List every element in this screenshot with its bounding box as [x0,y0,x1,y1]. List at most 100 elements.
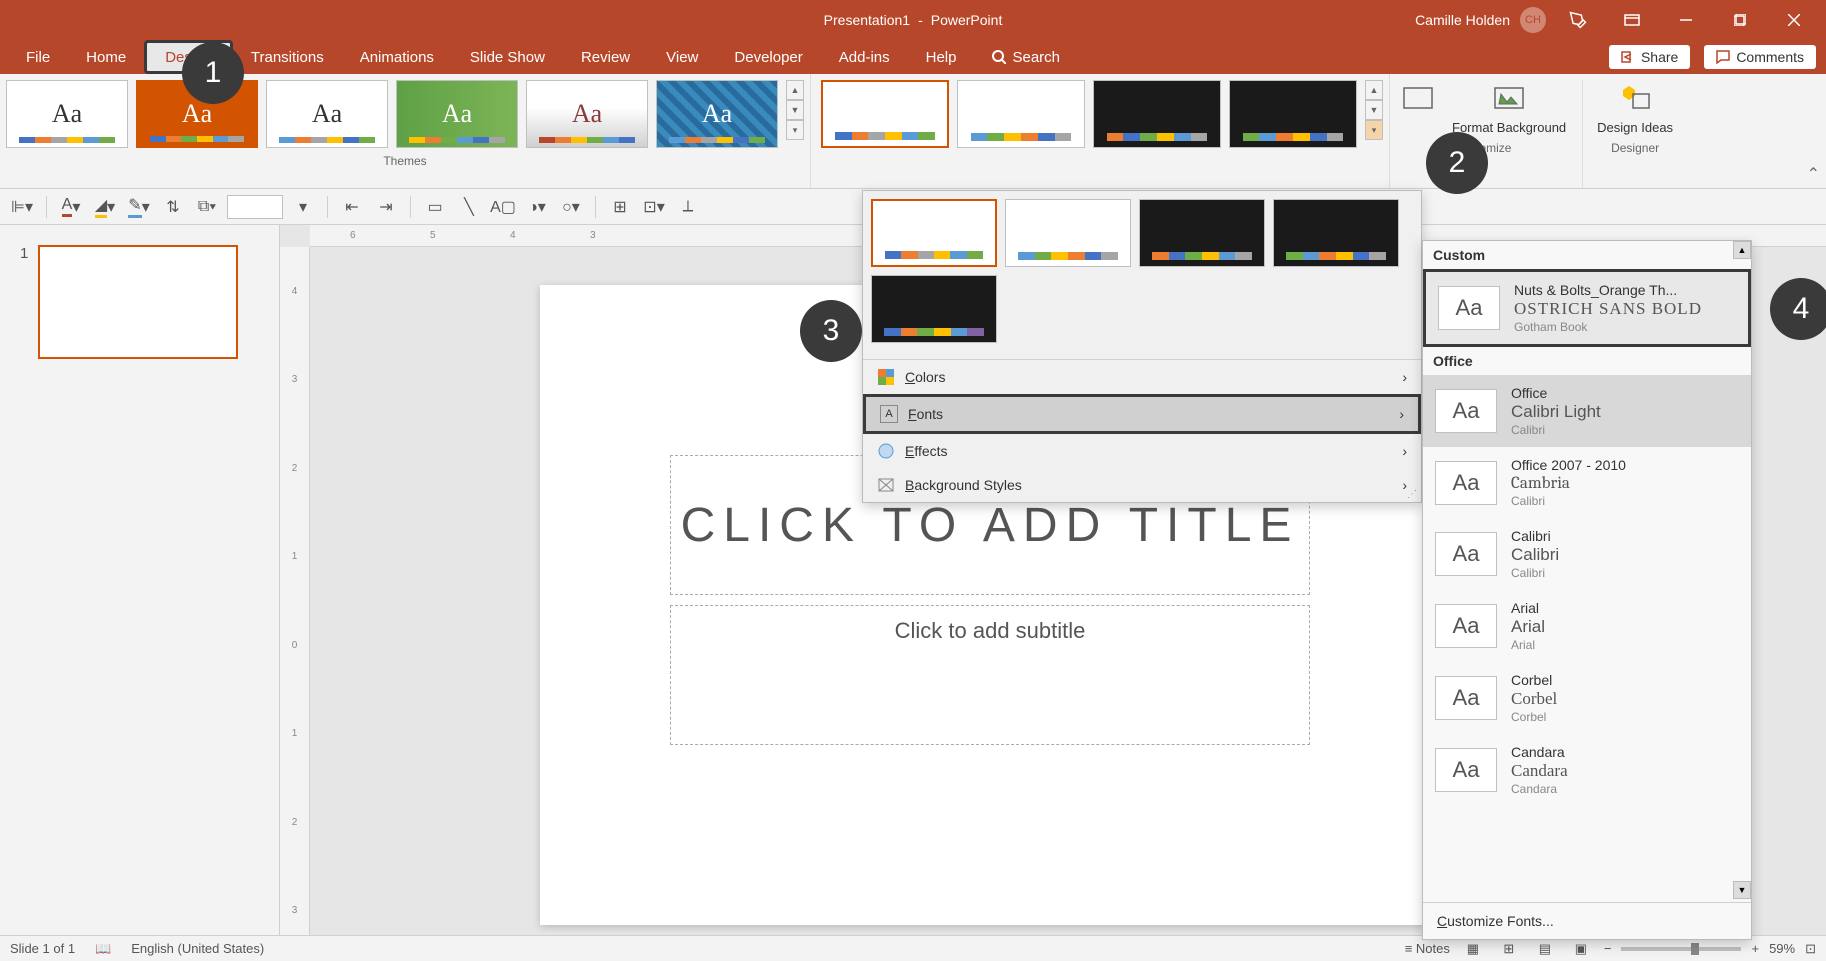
minimize-button[interactable] [1664,0,1708,40]
variant-2[interactable] [957,80,1085,148]
tab-view[interactable]: View [648,40,716,74]
font-title: Office 2007 - 2010 [1511,457,1626,473]
maximize-button[interactable] [1718,0,1762,40]
variants-up-icon[interactable]: ▲ [1365,80,1383,100]
shapes-button[interactable]: ◑▾ [523,193,551,221]
tab-help[interactable]: Help [908,40,975,74]
size-dropdown[interactable]: ▾ [289,193,317,221]
slide-thumbnail-1[interactable] [38,245,238,359]
variant-3[interactable] [1093,80,1221,148]
scroll-up-button[interactable]: ▲ [1733,241,1751,259]
fonts-icon: A [880,405,898,423]
line-shape[interactable]: ╲ [455,193,483,221]
menu-fonts[interactable]: AFonts › [863,394,1421,434]
themes-expand-icon[interactable]: ▾ [786,120,804,140]
zoom-in-button[interactable]: + [1751,941,1759,956]
fit-window-button[interactable]: ⊡ [1805,941,1816,957]
align-button[interactable]: ⊫▾ [8,193,36,221]
font-item-candara[interactable]: Aa Candara Candara Candara [1423,734,1751,806]
tab-animations[interactable]: Animations [342,40,452,74]
variant-1[interactable] [821,80,949,148]
variant-thumb-1[interactable] [871,199,997,267]
theme-green[interactable]: Aa [396,80,518,148]
insert-button[interactable]: ⊡▾ [640,193,668,221]
font-item-corbel[interactable]: Aa Corbel Corbel Corbel [1423,662,1751,734]
theme-gallery-3[interactable]: Aa [266,80,388,148]
zoom-level[interactable]: 59% [1769,941,1795,956]
spellcheck-icon[interactable]: 📖 [95,941,111,957]
normal-view-button[interactable]: ▦ [1460,939,1486,959]
font-item-calibri[interactable]: Aa Calibri Calibri Calibri [1423,518,1751,590]
font-item-custom[interactable]: Aa Nuts & Bolts_Orange Th... OSTRICH SAN… [1423,269,1751,347]
tab-file[interactable]: File [8,40,68,74]
variant-thumb-4[interactable] [1273,199,1399,267]
arrange-button[interactable]: ⧉▾ [193,193,221,221]
subtitle-placeholder[interactable]: Click to add subtitle [670,605,1310,745]
customize-fonts-button[interactable]: Customize Fonts... [1423,902,1751,939]
notes-button[interactable]: ≡ Notes [1405,941,1450,956]
fill-color-button[interactable]: ◢▾ [91,193,119,221]
tab-review[interactable]: Review [563,40,648,74]
menu-effects[interactable]: Effects › [863,434,1421,468]
ribbon-display-icon[interactable] [1610,0,1654,40]
collapse-ribbon-icon[interactable]: ⌃ [1807,164,1820,184]
dedent-button[interactable]: ⇤ [338,193,366,221]
variant-4[interactable] [1229,80,1357,148]
textbox-shape[interactable]: A▢ [489,193,517,221]
font-item-office2007[interactable]: Aa Office 2007 - 2010 Cambria Calibri [1423,447,1751,518]
sort-button[interactable]: ⇅ [159,193,187,221]
crop-button[interactable]: ⟂ [674,193,702,221]
oval-shape[interactable]: ○▾ [557,193,585,221]
scroll-down-button[interactable]: ▼ [1733,881,1751,899]
font-preview-icon: Aa [1435,461,1497,505]
font-body: Arial [1511,638,1545,652]
language-status[interactable]: English (United States) [131,941,264,956]
zoom-slider[interactable] [1621,947,1741,951]
variants-more[interactable]: ▲▼▾ [1365,80,1383,148]
variant-thumb-3[interactable] [1139,199,1265,267]
themes-up-icon[interactable]: ▲ [786,80,804,100]
size-input[interactable] [227,195,283,219]
pen-icon[interactable] [1556,0,1600,40]
themes-more[interactable]: ▲▼▾ [786,80,804,148]
tab-slideshow[interactable]: Slide Show [452,40,563,74]
rectangle-shape[interactable]: ▭ [421,193,449,221]
theme-pattern[interactable]: Aa [656,80,778,148]
slide-size-button[interactable] [1400,80,1436,135]
tab-developer[interactable]: Developer [716,40,820,74]
tab-addins[interactable]: Add-ins [821,40,908,74]
tab-home[interactable]: Home [68,40,144,74]
menu-bg-styles[interactable]: Background Styles › [863,468,1421,502]
outline-button[interactable]: ✎▾ [125,193,153,221]
font-item-office[interactable]: Aa Office Calibri Light Calibri [1423,375,1751,447]
slide-size-icon [1400,80,1436,116]
font-color-button[interactable]: A▾ [57,193,85,221]
menu-colors[interactable]: CColorsolors › [863,360,1421,394]
reading-view-button[interactable]: ▤ [1532,939,1558,959]
format-background-button[interactable]: Format Background [1452,80,1566,135]
slide-count: Slide 1 of 1 [10,941,75,956]
slideshow-view-button[interactable]: ▣ [1568,939,1594,959]
zoom-out-button[interactable]: − [1604,941,1612,956]
design-ideas-button[interactable]: Design Ideas [1597,80,1673,135]
indent-button[interactable]: ⇥ [372,193,400,221]
sorter-view-button[interactable]: ⊞ [1496,939,1522,959]
resize-handle[interactable]: ⋰ [1407,489,1417,500]
comments-button[interactable]: Comments [1704,45,1816,69]
theme-ion[interactable]: Aa [526,80,648,148]
share-button[interactable]: Share [1609,45,1690,69]
font-item-arial[interactable]: Aa Arial Arial Arial [1423,590,1751,662]
tab-transitions[interactable]: Transitions [233,40,342,74]
chevron-right-icon: › [1402,369,1407,385]
variant-thumb-5[interactable] [871,275,997,343]
table-button[interactable]: ⊞ [606,193,634,221]
theme-office[interactable]: Aa [6,80,128,148]
variants-expand-icon[interactable]: ▾ [1365,120,1383,140]
search-box[interactable]: Search [974,40,1078,74]
close-button[interactable] [1772,0,1816,40]
user-avatar[interactable]: CH [1520,7,1546,33]
themes-down-icon[interactable]: ▼ [786,100,804,120]
variants-down-icon[interactable]: ▼ [1365,100,1383,120]
fonts-flyout: ▲ Custom Aa Nuts & Bolts_Orange Th... OS… [1422,240,1752,940]
variant-thumb-2[interactable] [1005,199,1131,267]
